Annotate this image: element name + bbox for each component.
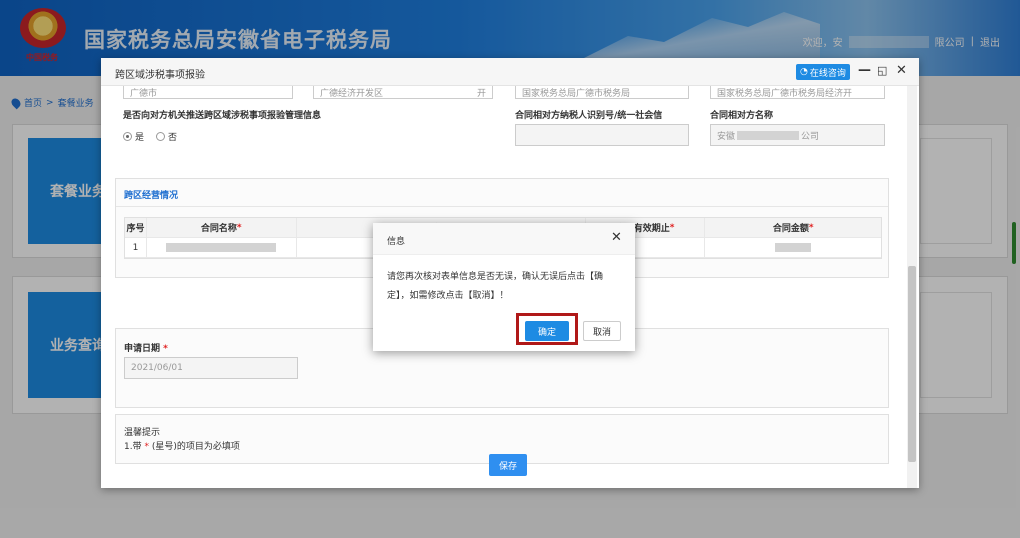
district-input[interactable]: 广德经济开发区 开 bbox=[313, 86, 493, 99]
counterparty-id-input[interactable] bbox=[515, 124, 689, 146]
consult-label: 在线咨询 bbox=[809, 68, 846, 79]
apply-date-label: 申请日期 * bbox=[124, 341, 168, 354]
counterparty-name-suffix: 公司 bbox=[801, 131, 820, 142]
save-button[interactable]: 保存 bbox=[489, 454, 527, 476]
required-mark: * bbox=[163, 344, 168, 354]
apply-date-input[interactable]: 2021/06/01 bbox=[124, 357, 298, 379]
radio-no-dot bbox=[156, 132, 166, 141]
push-radio-group: 是 否 bbox=[123, 130, 177, 143]
cell-index: 1 bbox=[125, 238, 147, 257]
cancel-button[interactable]: 取消 bbox=[583, 321, 621, 341]
modal-scrollbar[interactable] bbox=[907, 86, 917, 488]
required-mark: * bbox=[236, 222, 242, 233]
tax-bureau-branch-input[interactable]: 国家税务总局广德市税务局经济开 bbox=[710, 86, 885, 99]
city-input[interactable]: 广德市 bbox=[123, 86, 293, 99]
required-mark: * bbox=[808, 222, 814, 233]
headset-icon: ◔ bbox=[800, 67, 808, 77]
minimize-icon[interactable]: — bbox=[858, 63, 871, 79]
modal-scroll-thumb[interactable] bbox=[908, 266, 916, 462]
dialog-title: 信息 bbox=[387, 237, 406, 247]
push-info-label: 是否向对方机关推送跨区域涉税事项报验管理信息 bbox=[123, 111, 322, 121]
cell-contract-name[interactable] bbox=[147, 238, 297, 257]
radio-yes-label: 是 bbox=[135, 133, 145, 143]
dialog-header: 信息 ✕ bbox=[373, 223, 635, 255]
col-contract-name-label: 合同名称 bbox=[200, 224, 237, 234]
counterparty-name-prefix: 安徽 bbox=[717, 131, 736, 142]
radio-yes-dot bbox=[123, 132, 132, 141]
cell-amount[interactable] bbox=[705, 238, 881, 257]
tips-title: 温馨提示 bbox=[124, 428, 161, 438]
tips-line-suffix: (星号)的项目为必填项 bbox=[151, 442, 240, 452]
maximize-icon[interactable]: ◱ bbox=[877, 63, 887, 79]
col-amount-label: 合同金额 bbox=[772, 224, 809, 234]
radio-no-label: 否 bbox=[168, 133, 178, 143]
close-icon[interactable]: ✕ bbox=[896, 63, 907, 79]
district-suffix: 开 bbox=[476, 89, 486, 99]
dialog-close-icon[interactable]: ✕ bbox=[611, 230, 622, 245]
col-index: 序号 bbox=[125, 218, 147, 237]
required-mark: * bbox=[669, 222, 675, 233]
confirm-dialog: 信息 ✕ 请您再次核对表单信息是否无误，确认无误后点击【确定】，如需修改点击【取… bbox=[373, 223, 635, 351]
dialog-message: 请您再次核对表单信息是否无误，确认无误后点击【确定】，如需修改点击【取消】！ bbox=[387, 272, 604, 301]
col-amount: 合同金额 * bbox=[705, 218, 881, 237]
redacted-contract-name bbox=[166, 243, 277, 252]
modal-title: 跨区域涉税事项报验 bbox=[115, 70, 205, 81]
online-consult-button[interactable]: ◔ 在线咨询 bbox=[796, 64, 850, 80]
tips-line-prefix: 1.带 bbox=[124, 442, 142, 452]
redacted-company bbox=[737, 130, 800, 140]
radio-yes[interactable]: 是 bbox=[123, 130, 144, 143]
section-title: 跨区经营情况 bbox=[116, 179, 888, 207]
counterparty-name-input[interactable]: 安徽 公司 bbox=[710, 124, 885, 146]
tips-required-mark: * bbox=[144, 442, 149, 452]
counterparty-id-label: 合同相对方纳税人识别号/统一社会信 bbox=[515, 111, 663, 121]
confirm-button[interactable]: 确定 bbox=[525, 321, 569, 341]
redacted-amount bbox=[775, 243, 812, 252]
col-contract-name: 合同名称 * bbox=[147, 218, 297, 237]
tax-bureau-input[interactable]: 国家税务总局广德市税务局 bbox=[515, 86, 689, 99]
modal-header: 跨区域涉税事项报验 ◔ 在线咨询 — ◱ ✕ bbox=[101, 58, 919, 86]
district-value: 广德经济开发区 bbox=[320, 89, 384, 99]
radio-no[interactable]: 否 bbox=[156, 130, 177, 143]
apply-date-label-text: 申请日期 bbox=[124, 344, 161, 354]
tips-line: 1.带 * (星号)的项目为必填项 bbox=[124, 439, 240, 452]
counterparty-name-label: 合同相对方名称 bbox=[710, 111, 774, 121]
app-window: 中国税务 国家税务总局安徽省电子税务局 欢迎，安 限公司 | 退出 首页 > 套… bbox=[0, 0, 1020, 538]
